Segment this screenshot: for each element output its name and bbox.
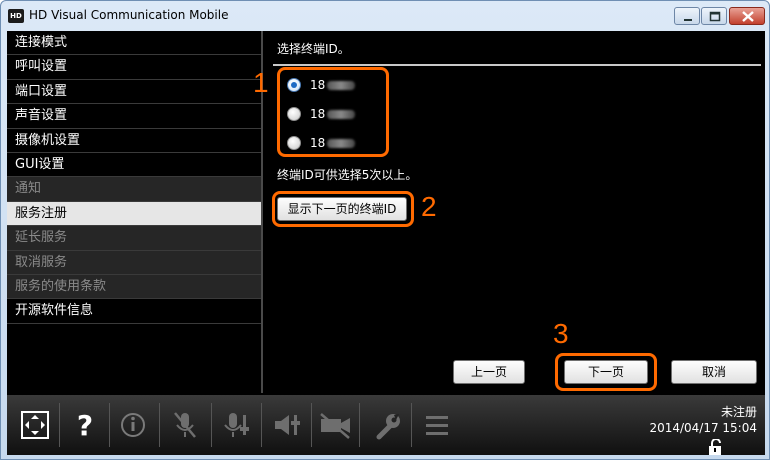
- svg-text:?: ?: [77, 409, 93, 442]
- minimize-button[interactable]: [674, 7, 700, 25]
- sidebar-item-extend-service[interactable]: 延长服务: [7, 226, 261, 251]
- layout-icon: [21, 411, 49, 439]
- menu-button[interactable]: [415, 401, 459, 449]
- wrench-icon: [376, 414, 400, 440]
- toolbar-divider: [261, 403, 262, 447]
- sidebar-item-sound-settings[interactable]: 声音设置: [7, 104, 261, 129]
- previous-page-button[interactable]: 上一页: [453, 360, 525, 384]
- toolbar-divider: [159, 403, 160, 447]
- maximize-button[interactable]: [701, 7, 727, 25]
- sidebar-item-open-source-info[interactable]: 开源软件信息: [7, 299, 261, 324]
- date-time: 2014/04/17 15:04: [649, 421, 757, 435]
- select-terminal-id-prompt: 选择终端ID。: [277, 42, 350, 56]
- toolbar-divider: [311, 403, 312, 447]
- title-bar[interactable]: HD HD Visual Communication Mobile: [1, 1, 769, 31]
- divider: [273, 64, 761, 66]
- toolbar-divider: [211, 403, 212, 447]
- app-window: HD HD Visual Communication Mobile 连接模式 呼…: [0, 0, 770, 460]
- sidebar-item-camera-settings[interactable]: 摄像机设置: [7, 129, 261, 153]
- callout-number-3: 3: [553, 318, 569, 349]
- sidebar-item-call-settings[interactable]: 呼叫设置: [7, 55, 261, 80]
- toolbar-divider: [59, 403, 60, 447]
- sidebar-item-terms-of-service[interactable]: 服务的使用条款: [7, 274, 261, 300]
- info-icon: [121, 413, 145, 437]
- minimize-icon: [684, 19, 692, 21]
- sidebar-item-cancel-service[interactable]: 取消服务: [7, 250, 261, 275]
- terminal-id-label: 18: [310, 136, 356, 150]
- bottom-toolbar: ? 未注册 2014/04/17 15:04: [7, 395, 765, 455]
- settings-button[interactable]: [365, 401, 409, 449]
- terminal-id-option-1[interactable]: 18: [287, 74, 356, 96]
- mic-mute-icon: [174, 412, 196, 438]
- redacted-digits: [327, 81, 356, 90]
- toolbar-divider: [109, 403, 110, 447]
- menu-icon: [426, 416, 448, 435]
- app-icon: HD: [8, 9, 24, 23]
- radio-selected-icon[interactable]: [287, 78, 301, 92]
- callout-number-2: 2: [421, 191, 437, 222]
- mic-mute-button[interactable]: [163, 401, 207, 449]
- unlock-icon: [709, 439, 721, 455]
- help-icon: ?: [77, 409, 93, 442]
- layout-button[interactable]: [13, 401, 57, 449]
- terminal-id-label: 18: [310, 78, 356, 92]
- help-button[interactable]: ?: [63, 401, 107, 449]
- mic-level-icon: [224, 413, 249, 437]
- terminal-id-label: 18: [310, 107, 356, 121]
- toolbar-divider: [411, 403, 412, 447]
- client-area: 连接模式 呼叫设置 端口设置 声音设置 摄像机设置 GUI设置 通知 服务注册 …: [7, 31, 765, 455]
- show-next-terminal-ids-button[interactable]: 显示下一页的终端ID: [277, 197, 407, 221]
- sidebar-item-gui-settings[interactable]: GUI设置: [7, 153, 261, 178]
- sidebar-item-connection-mode[interactable]: 连接模式: [7, 31, 261, 56]
- callout-number-1: 1: [253, 67, 269, 98]
- sidebar-item-port-settings[interactable]: 端口设置: [7, 80, 261, 105]
- next-page-button[interactable]: 下一页: [564, 360, 648, 384]
- maximize-icon: [709, 11, 721, 22]
- cancel-button[interactable]: 取消: [671, 360, 757, 384]
- sidebar-item-notification[interactable]: 通知: [7, 177, 261, 202]
- registration-status: 未注册: [720, 405, 757, 419]
- selection-note: 终端ID可供选择5次以上。: [277, 168, 418, 182]
- settings-sidebar: 连接模式 呼叫设置 端口设置 声音设置 摄像机设置 GUI设置 通知 服务注册 …: [7, 31, 263, 393]
- radio-unselected-icon[interactable]: [287, 107, 301, 121]
- terminal-id-option-3[interactable]: 18: [287, 132, 356, 154]
- speaker-level-icon: [275, 415, 300, 435]
- redacted-digits: [327, 110, 356, 119]
- toolbar-divider: [359, 403, 360, 447]
- terminal-id-option-2[interactable]: 18: [287, 103, 356, 125]
- redacted-digits: [327, 139, 356, 148]
- close-icon: [742, 11, 754, 22]
- sidebar-item-service-registration[interactable]: 服务注册: [7, 201, 261, 227]
- info-button[interactable]: [111, 401, 155, 449]
- mic-level-button[interactable]: [215, 401, 259, 449]
- window-title: HD Visual Communication Mobile: [29, 8, 229, 22]
- camera-mute-icon: [320, 413, 350, 439]
- radio-unselected-icon[interactable]: [287, 136, 301, 150]
- camera-mute-button[interactable]: [313, 401, 357, 449]
- speaker-level-button[interactable]: [265, 401, 309, 449]
- close-button[interactable]: [729, 7, 765, 25]
- service-registration-panel: 选择终端ID。 18 18 18 终端ID可供选择5次以上。 显示下一页的终端I…: [253, 31, 765, 393]
